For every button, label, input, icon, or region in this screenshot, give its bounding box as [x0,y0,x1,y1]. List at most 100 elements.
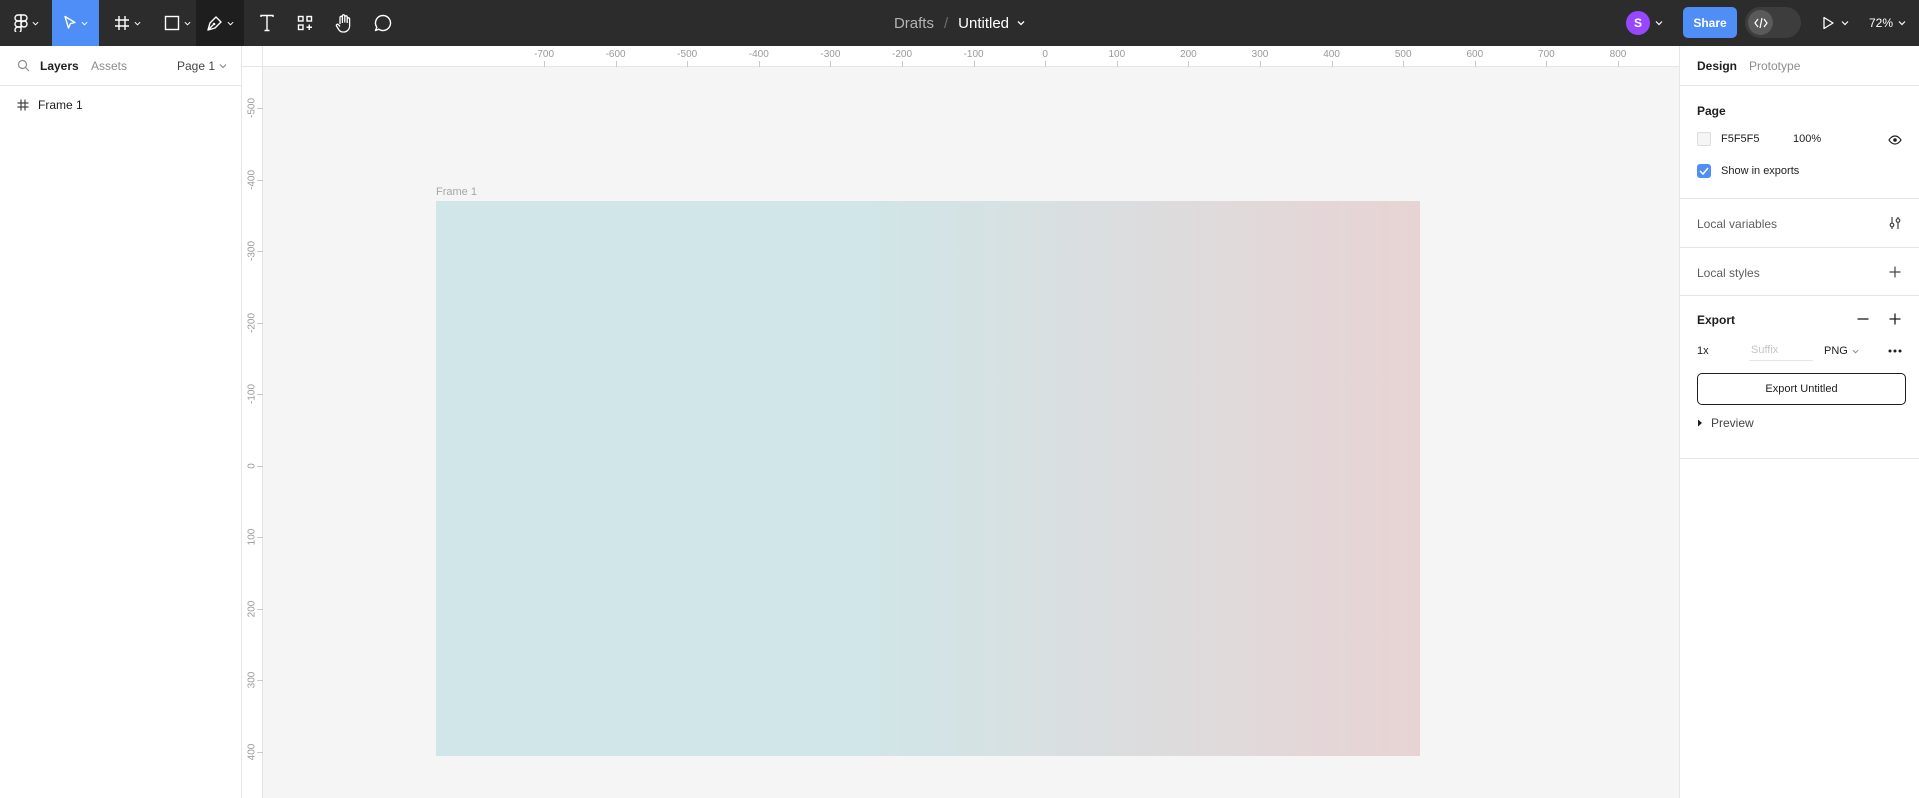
resources-grid-icon [297,15,313,31]
zoom-menu[interactable]: 72% [1869,9,1906,37]
show-in-exports-checkbox[interactable] [1697,164,1711,178]
ruler-corner [242,46,263,67]
ruler-tick [1403,61,1405,67]
tab-prototype[interactable]: Prototype [1749,59,1800,73]
ruler-tick-label: -700 [533,49,555,60]
add-export-button[interactable] [1885,309,1905,329]
ruler-tick [830,61,832,67]
ruler-tick [687,61,689,67]
export-section: Export 1x PNG Export Untitled Preview [1680,296,1919,459]
page-selector[interactable]: Page 1 [177,59,227,73]
sliders-icon [1889,217,1901,229]
ruler-tick [902,61,903,67]
resources-tool-button[interactable] [289,0,321,46]
ruler-tick-label: -600 [605,49,626,60]
multiplayer-avatar-menu[interactable]: S [1626,9,1663,37]
ruler-tick-label: 0 [1042,49,1048,60]
export-settings-button[interactable] [1885,341,1905,361]
caret-right-icon [1698,419,1702,427]
breadcrumb-drafts-link[interactable]: Drafts [894,15,934,32]
present-button[interactable] [1822,9,1849,37]
right-panel: Design Prototype Page F5F5F5 100% Show i… [1679,46,1919,798]
left-panel-tabs: Layers Assets Page 1 [0,46,241,86]
add-local-style-button[interactable] [1885,262,1905,282]
tab-design[interactable]: Design [1697,59,1737,73]
visibility-toggle[interactable] [1885,130,1905,150]
breadcrumb-separator: / [943,14,949,32]
shape-tool-button[interactable] [157,0,197,46]
ruler-tick [257,108,263,109]
ruler-tick [257,680,263,681]
frame-hash-icon [114,16,129,30]
ruler-tick [544,61,545,67]
frame-1[interactable] [436,201,1420,756]
local-variables-button[interactable] [1885,213,1905,233]
dev-mode-knob [1748,10,1773,35]
ruler-tick [257,322,263,324]
ruler-tick-label: -100 [963,49,984,60]
eye-icon [1888,135,1902,145]
file-title-menu[interactable]: Untitled [958,15,1025,32]
ruler-tick-label: 400 [1323,49,1340,60]
ruler-tick-label: 100 [246,528,258,546]
chevron-down-icon [32,21,38,26]
vertical-ruler: -500 -400 -300 -200 -100 0 100 200 300 400 [242,67,263,798]
ruler-tick-label: 500 [1394,49,1412,60]
page-color-swatch[interactable] [1697,132,1711,146]
ruler-tick [257,251,263,252]
more-dots-icon [1888,349,1902,353]
text-tool-button[interactable] [251,0,283,46]
ruler-tick-label: 100 [1108,49,1126,60]
pen-tool-button[interactable] [196,0,244,46]
ruler-tick [1045,61,1047,67]
page-selector-label: Page 1 [177,59,216,73]
ruler-tick-label: -300 [246,240,258,262]
search-icon[interactable] [17,59,30,72]
chevron-down-icon [81,21,88,26]
remove-export-button[interactable] [1853,309,1873,329]
frame-label[interactable]: Frame 1 [436,186,477,198]
frame-tool-button[interactable] [107,0,147,46]
layer-item-frame-1[interactable]: Frame 1 [0,93,241,117]
tab-assets[interactable]: Assets [91,59,127,73]
hand-tool-button[interactable] [328,0,360,46]
ruler-tick [1116,61,1118,67]
tab-layers[interactable]: Layers [40,59,79,73]
ruler-tick [257,394,263,395]
move-tool-button[interactable] [52,0,99,46]
share-button[interactable]: Share [1683,7,1737,38]
ruler-tick-label: -500 [246,97,258,119]
page-opacity[interactable]: 100% [1793,133,1821,145]
comment-tool-button[interactable] [367,0,399,46]
plus-icon [1889,313,1901,325]
ruler-tick-label: -200 [891,49,913,60]
page-color-hex[interactable]: F5F5F5 [1721,133,1760,145]
text-t-icon [260,14,274,32]
avatar: S [1626,11,1650,35]
export-format-select[interactable]: PNG [1824,345,1859,357]
ruler-tick-label: 0 [246,462,258,469]
chevron-down-icon [184,21,190,26]
ruler-tick [257,465,263,467]
hand-icon [335,13,351,33]
export-format-value: PNG [1824,345,1848,357]
minus-icon [1857,318,1869,320]
ruler-tick-label: 300 [1251,49,1269,60]
ruler-tick [1546,61,1548,67]
local-variables-section: Local variables [1680,199,1919,248]
main-menu-button[interactable] [0,0,52,46]
ruler-tick [758,61,760,67]
ruler-tick [257,751,263,753]
dev-mode-toggle[interactable] [1745,7,1801,38]
zoom-level: 72% [1869,16,1894,30]
chevron-down-icon [1841,21,1849,26]
cursor-arrow-icon [64,15,76,29]
ruler-tick-label: 200 [246,600,258,617]
export-preview-toggle[interactable]: Preview [1697,416,1754,430]
ruler-tick [257,608,263,610]
ruler-tick [257,179,263,181]
export-scale[interactable]: 1x [1697,345,1709,357]
export-button[interactable]: Export Untitled [1697,373,1906,405]
page-section: Page F5F5F5 100% Show in exports [1680,86,1919,199]
export-suffix-input[interactable] [1749,339,1813,361]
